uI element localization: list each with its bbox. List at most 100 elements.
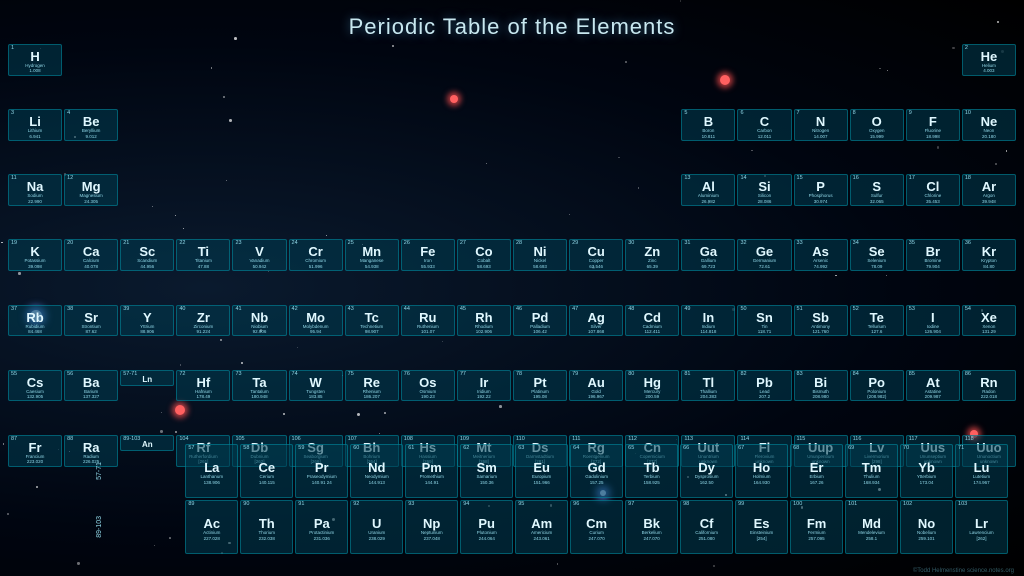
element-pt[interactable]: 78 Pt Platinum 195.08 [513, 370, 567, 402]
element-as[interactable]: 33 As Arsenic 74.992 [794, 239, 848, 271]
element-ge[interactable]: 32 Ge Germanium 72.61 [737, 239, 791, 271]
element-se[interactable]: 34 Se Selenium 78.09 [850, 239, 904, 271]
element-ti[interactable]: 22 Ti Titanium 47.88 [176, 239, 230, 271]
element-ne[interactable]: 10 Ne Neon 20.180 [962, 109, 1016, 141]
element-lr[interactable]: 103 Lr Lawrencium [262] [955, 500, 1008, 554]
element-tb[interactable]: 65 Tb Terbium 158.925 [625, 444, 678, 498]
element-li[interactable]: 3 Li Lithium 6.941 [8, 109, 62, 141]
element-v[interactable]: 23 V Vanadium 50.942 [232, 239, 286, 271]
element-dy[interactable]: 66 Dy Dysprosium 162.50 [680, 444, 733, 498]
element-s[interactable]: 16 S Sulfur 32.065 [850, 174, 904, 206]
element-mn[interactable]: 25 Mn Manganese 54.938 [345, 239, 399, 271]
element-np[interactable]: 93 Np Neptunium 237.048 [405, 500, 458, 554]
element-cs[interactable]: 55 Cs Caesium 132.905 [8, 370, 62, 402]
element-gd[interactable]: 64 Gd Gadolinium 157.25 [570, 444, 623, 498]
element-ga[interactable]: 31 Ga Gallium 69.723 [681, 239, 735, 271]
element-bk[interactable]: 97 Bk Berkelium 247.070 [625, 500, 678, 554]
element-es[interactable]: 99 Es Einsteinium [254] [735, 500, 788, 554]
element-n[interactable]: 7 N Nitrogen 14.007 [794, 109, 848, 141]
element-xe[interactable]: 54 Xe Xenon 131.29 [962, 305, 1016, 337]
element-be[interactable]: 4 Be Beryllium 9.012 [64, 109, 118, 141]
element-cl[interactable]: 17 Cl Chlorine 35.453 [906, 174, 960, 206]
element-zn[interactable]: 30 Zn Zinc 65.39 [625, 239, 679, 271]
element-eu[interactable]: 63 Eu Europium 151.966 [515, 444, 568, 498]
element-re[interactable]: 75 Re Rhenium 186.207 [345, 370, 399, 402]
element-cu[interactable]: 29 Cu Copper 63.546 [569, 239, 623, 271]
element-o[interactable]: 8 O Oxygen 15.999 [850, 109, 904, 141]
element-sr[interactable]: 38 Sr Strontium 87.62 [64, 305, 118, 337]
element-tm[interactable]: 69 Tm Thulium 168.934 [845, 444, 898, 498]
element-al[interactable]: 13 Al Aluminium 26.982 [681, 174, 735, 206]
element-i[interactable]: 53 I Iodine 126.904 [906, 305, 960, 337]
element-ir[interactable]: 77 Ir Iridium 192.22 [457, 370, 511, 402]
element-sn[interactable]: 50 Sn Tin 118.71 [737, 305, 791, 337]
element-hf[interactable]: 72 Hf Hafnium 178.49 [176, 370, 230, 402]
element-br[interactable]: 35 Br Bromine 79.904 [906, 239, 960, 271]
element-ag[interactable]: 47 Ag Silver 107.868 [569, 305, 623, 337]
element-nb[interactable]: 41 Nb Niobium 92.906 [232, 305, 286, 337]
element-th[interactable]: 90 Th Thorium 232.038 [240, 500, 293, 554]
element-no[interactable]: 102 No Nobelium 259.101 [900, 500, 953, 554]
element-ni[interactable]: 28 Ni Nickel 58.693 [513, 239, 567, 271]
element-pm[interactable]: 61 Pm Promethium 144.91 [405, 444, 458, 498]
element-u[interactable]: 92 U Uranium 238.029 [350, 500, 403, 554]
element-fe[interactable]: 26 Fe Iron 55.933 [401, 239, 455, 271]
element-rn[interactable]: 86 Rn Radon 222.018 [962, 370, 1016, 402]
element-ho[interactable]: 67 Ho Holmium 164.930 [735, 444, 788, 498]
element-bi[interactable]: 83 Bi Bismuth 208.980 [794, 370, 848, 402]
element-at[interactable]: 85 At Astatine 209.987 [906, 370, 960, 402]
element-in[interactable]: 49 In Indium 114.818 [681, 305, 735, 337]
element-yb[interactable]: 70 Yb Ytterbium 173.04 [900, 444, 953, 498]
element-er[interactable]: 68 Er Erbium 167.26 [790, 444, 843, 498]
element-md[interactable]: 101 Md Mendelevium 258.1 [845, 500, 898, 554]
element-ce[interactable]: 58 Ce Cerium 140.115 [240, 444, 293, 498]
element-mg[interactable]: 12 Mg Magnesium 24.305 [64, 174, 118, 206]
element-hg[interactable]: 80 Hg Mercury 200.59 [625, 370, 679, 402]
element-cd[interactable]: 48 Cd Cadmium 112.411 [625, 305, 679, 337]
element-cm[interactable]: 96 Cm Curium 247.070 [570, 500, 623, 554]
element-f[interactable]: 9 F Fluorine 18.998 [906, 109, 960, 141]
element-sm[interactable]: 62 Sm Samarium 150.36 [460, 444, 513, 498]
element-os[interactable]: 76 Os Osmium 190.23 [401, 370, 455, 402]
element-co[interactable]: 27 Co Cobalt 58.693 [457, 239, 511, 271]
element-c[interactable]: 6 C Carbon 12.011 [737, 109, 791, 141]
element-y[interactable]: 39 Y Yttrium 88.906 [120, 305, 174, 337]
element-na[interactable]: 11 Na Sodium 22.990 [8, 174, 62, 206]
element-pa[interactable]: 91 Pa Protactinium 231.036 [295, 500, 348, 554]
element-pu[interactable]: 94 Pu Plutonium 244.064 [460, 500, 513, 554]
element-sc[interactable]: 21 Sc Scandium 44.956 [120, 239, 174, 271]
element-he[interactable]: 2 He Helium 4.003 [962, 44, 1016, 76]
element-w[interactable]: 74 W Tungsten 183.85 [289, 370, 343, 402]
element-mo[interactable]: 42 Mo Molybdenum 95.94 [289, 305, 343, 337]
element-ru[interactable]: 44 Ru Ruthenium 101.07 [401, 305, 455, 337]
element-cr[interactable]: 24 Cr Chromium 51.996 [289, 239, 343, 271]
element-ta[interactable]: 73 Ta Tantalum 180.948 [232, 370, 286, 402]
element-te[interactable]: 52 Te Tellurium 127.6 [850, 305, 904, 337]
element-ar[interactable]: 18 Ar Argon 39.948 [962, 174, 1016, 206]
element-po[interactable]: 84 Po Polonium (208.982) [850, 370, 904, 402]
element-si[interactable]: 14 Si Silicon 28.086 [737, 174, 791, 206]
element-ba[interactable]: 56 Ba Barium 137.327 [64, 370, 118, 402]
element-rb[interactable]: 37 Rb Rubidium 84.468 [8, 305, 62, 337]
element-pr[interactable]: 59 Pr Praseodymium 140.91 24 [295, 444, 348, 498]
element-la[interactable]: 57 La Lanthanum 138.906 [185, 444, 238, 498]
element-rh[interactable]: 45 Rh Rhodium 102.906 [457, 305, 511, 337]
element-pd[interactable]: 46 Pd Palladium 106.42 [513, 305, 567, 337]
element-cf[interactable]: 98 Cf Californium 251.080 [680, 500, 733, 554]
element-sb[interactable]: 51 Sb Antimony 121.760 [794, 305, 848, 337]
element-ca[interactable]: 20 Ca Calcium 40.078 [64, 239, 118, 271]
element-am[interactable]: 95 Am Americium 243.061 [515, 500, 568, 554]
element-fm[interactable]: 100 Fm Fermium 257.095 [790, 500, 843, 554]
element-kr[interactable]: 36 Kr Krypton 84.80 [962, 239, 1016, 271]
element-k[interactable]: 19 K Potassium 39.098 [8, 239, 62, 271]
element-lu[interactable]: 71 Lu Lutetium 174.967 [955, 444, 1008, 498]
element-nd[interactable]: 60 Nd Neodymium 144.913 [350, 444, 403, 498]
element-b[interactable]: 5 B Boron 10.811 [681, 109, 735, 141]
element-tl[interactable]: 81 Tl Thallium 204.383 [681, 370, 735, 402]
element-tc[interactable]: 43 Tc Technetium 98.907 [345, 305, 399, 337]
element-ac[interactable]: 89 Ac Actinium 227.028 [185, 500, 238, 554]
element-h[interactable]: 1 H Hydrogen 1.008 [8, 44, 62, 76]
element-au[interactable]: 79 Au Gold 196.967 [569, 370, 623, 402]
element-p[interactable]: 15 P Phosphorus 30.974 [794, 174, 848, 206]
element-zr[interactable]: 40 Zr Zirconium 91.224 [176, 305, 230, 337]
